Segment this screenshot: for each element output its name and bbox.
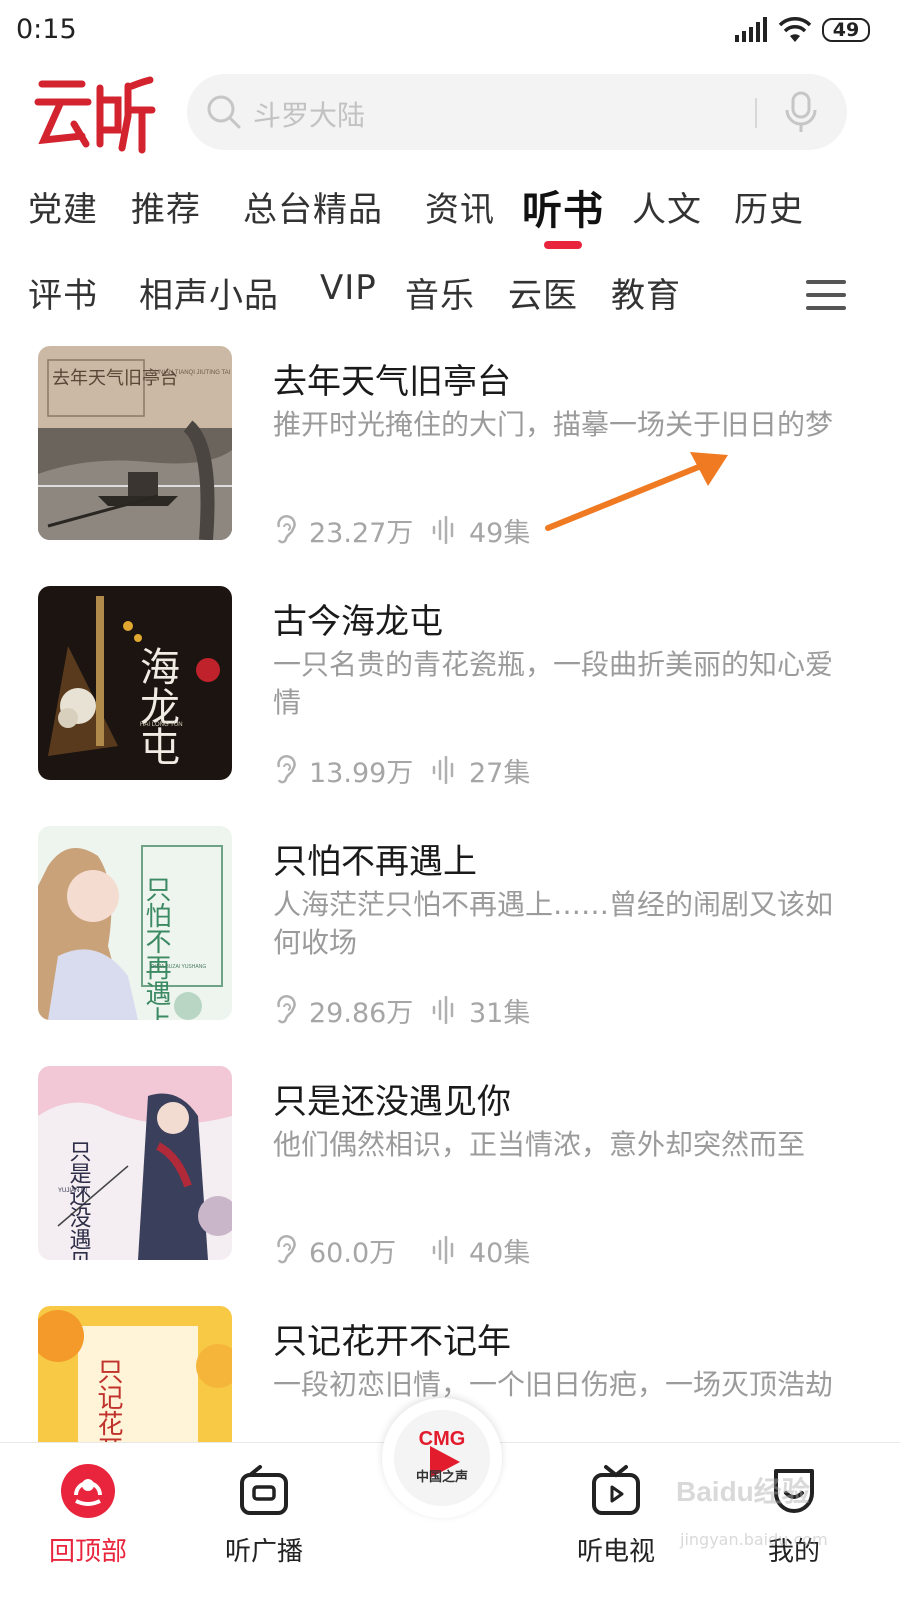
episode-count: 31集 bbox=[469, 997, 531, 1029]
nav-label: 回顶部 bbox=[48, 1537, 127, 1567]
radio-icon bbox=[240, 1465, 288, 1515]
book-title: 去年天气旧亭台 bbox=[273, 362, 511, 402]
cmg-logo: CMG 中国之声 bbox=[394, 1410, 490, 1506]
cover-title-line1: 只是还没遇见你 bbox=[66, 1140, 92, 1260]
channel-name: 中国之声 bbox=[415, 1470, 468, 1485]
list-item[interactable]: 去年天气旧亭台 QUNIAN TIANQI JIUTING TAI 去年天气旧亭… bbox=[0, 346, 900, 549]
nav-label: 听广播 bbox=[224, 1537, 303, 1567]
search-icon bbox=[207, 95, 241, 129]
tab-yinyue[interactable]: 音乐 bbox=[405, 268, 475, 317]
play-count: 23.27万 bbox=[309, 517, 414, 549]
audio-wave-icon bbox=[432, 516, 454, 544]
audio-wave-icon bbox=[432, 996, 454, 1024]
audio-wave-icon bbox=[432, 756, 454, 784]
search-bar[interactable]: 斗罗大陆 bbox=[187, 74, 847, 150]
watermark-url: jingyan.baidu.com bbox=[680, 1530, 828, 1549]
book-meta: 23.27万 49集 bbox=[273, 512, 531, 549]
category-tabs-primary: 党建 推荐 总台精品 资讯 听书 人文 历史 bbox=[0, 182, 900, 242]
tab-renwen[interactable]: 人文 bbox=[632, 182, 702, 231]
wifi-icon bbox=[778, 17, 812, 42]
active-tab-indicator bbox=[544, 241, 582, 249]
watermark: Baidu经验 bbox=[676, 1476, 810, 1507]
cover-title-line1: 海龙屯 bbox=[133, 646, 179, 766]
tab-dangjian[interactable]: 党建 bbox=[28, 182, 98, 231]
cover-title-line1: 只怕不再遇上 bbox=[141, 876, 171, 1020]
nav-back-to-top[interactable]: 回顶部 bbox=[18, 1463, 158, 1583]
tv-icon bbox=[592, 1465, 640, 1515]
episode-count: 40集 bbox=[469, 1237, 531, 1269]
battery-level: 49 bbox=[832, 18, 860, 41]
book-description: 一段初恋旧情，一个旧日伤疤，一场灭顶浩劫 bbox=[273, 1368, 834, 1401]
nav-tv[interactable]: 听电视 bbox=[546, 1463, 686, 1583]
battery-icon: 49 bbox=[822, 18, 870, 42]
cover-pinyin: QUNIAN TIANQI JIUTING TAI bbox=[150, 370, 231, 376]
list-item[interactable]: 只是还没遇见你 YUJIAN NI 只是还没遇见你 他们偶然相识，正当情浓，意外… bbox=[0, 1066, 900, 1269]
cover-pinyin: ZHIPA BUZAI YUSHANG bbox=[150, 964, 206, 970]
tab-tingshu[interactable]: 听书 bbox=[522, 178, 604, 236]
book-title: 只怕不再遇上 bbox=[273, 842, 477, 882]
nav-radio[interactable]: 听广播 bbox=[194, 1463, 334, 1583]
book-description: 他们偶然相识，正当情浓，意外却突然而至 bbox=[273, 1128, 806, 1161]
yunting-logo[interactable]: 云听 bbox=[34, 70, 156, 154]
episode-count: 27集 bbox=[469, 757, 531, 789]
cover-pinyin: YUJIAN NI bbox=[58, 1188, 87, 1194]
play-count: 13.99万 bbox=[309, 757, 414, 789]
book-cover[interactable]: 只是还没遇见你 YUJIAN NI bbox=[38, 1066, 232, 1260]
book-title: 只记花开不记年 bbox=[273, 1322, 511, 1362]
tab-tuijian[interactable]: 推荐 bbox=[131, 182, 201, 231]
ear-icon bbox=[277, 515, 296, 544]
book-title: 古今海龙屯 bbox=[273, 602, 443, 642]
status-icons: 49 bbox=[734, 14, 870, 46]
cover-pinyin: HAI LONG TUN bbox=[140, 722, 183, 728]
book-description: 一只名贵的青花瓷瓶，一段曲折美丽的知心爱情 bbox=[273, 648, 834, 719]
category-tabs-secondary: 评书 相声小品 VIP 音乐 云医 教育 bbox=[0, 268, 900, 328]
book-cover[interactable]: 只怕不再遇上 ZHIPA BUZAI YUSHANG bbox=[38, 826, 232, 1020]
search-divider bbox=[755, 98, 757, 128]
search-placeholder: 斗罗大陆 bbox=[253, 99, 366, 132]
book-title: 只是还没遇见你 bbox=[273, 1082, 511, 1122]
book-meta: 13.99万 27集 bbox=[273, 752, 531, 789]
audio-wave-icon bbox=[432, 1236, 454, 1264]
tab-vip[interactable]: VIP bbox=[320, 268, 377, 308]
nav-label: 听电视 bbox=[576, 1537, 655, 1567]
episode-count: 49集 bbox=[469, 517, 531, 549]
menu-icon[interactable] bbox=[806, 279, 846, 311]
tab-zixun[interactable]: 资讯 bbox=[425, 182, 495, 231]
back-to-top-icon bbox=[61, 1464, 115, 1518]
ear-icon bbox=[277, 1235, 296, 1264]
status-time: 0:15 bbox=[16, 14, 77, 45]
tab-zongtai-jingpin[interactable]: 总台精品 bbox=[243, 182, 383, 231]
tab-yunyi[interactable]: 云医 bbox=[508, 268, 578, 317]
ear-icon bbox=[277, 995, 296, 1024]
tab-lishi[interactable]: 历史 bbox=[734, 182, 804, 231]
status-bar: 0:15 49 bbox=[0, 0, 900, 60]
book-cover[interactable]: 去年天气旧亭台 QUNIAN TIANQI JIUTING TAI bbox=[38, 346, 232, 540]
list-item[interactable]: 海龙屯 HAI LONG TUN 古今海龙屯 一只名贵的青花瓷瓶，一段曲折美丽的… bbox=[0, 586, 900, 789]
book-meta: 60.0万 40集 bbox=[273, 1232, 531, 1269]
book-description: 人海茫茫只怕不再遇上……曾经的闹剧又该如何收场 bbox=[273, 888, 834, 959]
book-meta: 29.86万 31集 bbox=[273, 992, 531, 1029]
tab-pingshu[interactable]: 评书 bbox=[28, 268, 98, 317]
ear-icon bbox=[277, 755, 296, 784]
center-player-button[interactable]: CMG 中国之声 bbox=[382, 1398, 502, 1518]
tab-xiangsheng[interactable]: 相声小品 bbox=[139, 268, 279, 317]
signal-icon bbox=[735, 17, 767, 42]
play-count: 29.86万 bbox=[309, 997, 414, 1029]
list-item[interactable]: 只怕不再遇上 ZHIPA BUZAI YUSHANG 只怕不再遇上 人海茫茫只怕… bbox=[0, 826, 900, 1029]
book-cover[interactable]: 海龙屯 HAI LONG TUN bbox=[38, 586, 232, 780]
header: 云听 斗罗大陆 bbox=[0, 62, 900, 162]
play-count: 60.0万 bbox=[309, 1237, 397, 1269]
tab-jiaoyu[interactable]: 教育 bbox=[611, 268, 681, 317]
book-description: 推开时光掩住的大门，描摹一场关于旧日的梦 bbox=[273, 408, 834, 441]
microphone-icon[interactable] bbox=[781, 90, 821, 134]
